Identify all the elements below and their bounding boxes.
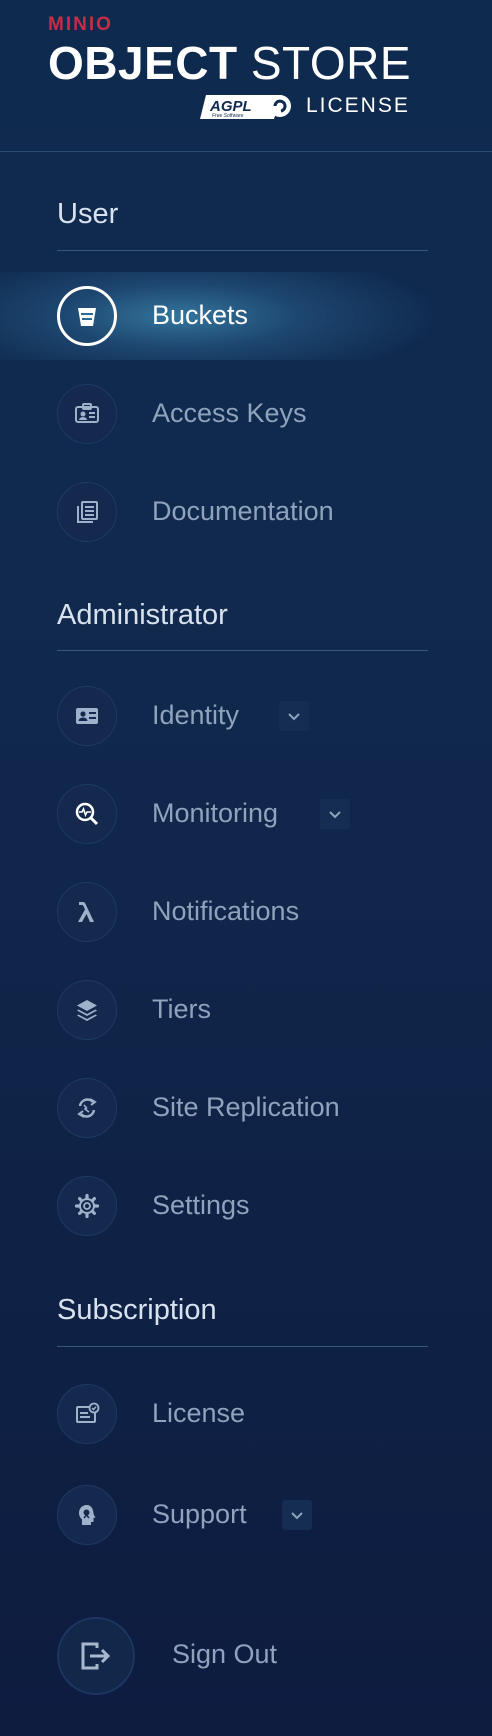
id-card-icon <box>57 384 117 444</box>
sidebar-item-label: Settings <box>152 1190 250 1220</box>
sidebar-item-site-replication[interactable]: Site Replication <box>0 1064 492 1152</box>
support-icon <box>57 1485 117 1545</box>
chevron-down-icon[interactable] <box>282 1500 312 1530</box>
sign-out-label: Sign Out <box>172 1639 278 1669</box>
chevron-down-icon[interactable] <box>320 799 350 829</box>
svg-text:Free Software: Free Software <box>212 113 244 119</box>
section-divider-administrator <box>57 650 428 651</box>
sidebar-item-label: Access Keys <box>152 398 307 428</box>
sidebar-item-monitoring[interactable]: Monitoring <box>0 770 492 858</box>
sidebar-item-identity[interactable]: Identity <box>0 672 492 760</box>
sidebar-item-label: Notifications <box>152 896 300 926</box>
logout-icon <box>57 1617 135 1695</box>
sidebar-item-label: Buckets <box>152 300 249 330</box>
sidebar-item-buckets[interactable]: Buckets <box>0 272 492 360</box>
sidebar: MINIO OBJECT STORE AGPL Free Software LI… <box>0 0 492 1736</box>
identity-card-icon <box>57 686 117 746</box>
sidebar-item-documentation[interactable]: Documentation <box>0 468 492 556</box>
sidebar-item-license[interactable]: License <box>0 1370 492 1458</box>
section-divider-user <box>57 250 428 251</box>
license-icon <box>57 1384 117 1444</box>
sidebar-item-notifications[interactable]: Notifications <box>0 868 492 956</box>
logo-product: OBJECT STORE <box>48 37 412 89</box>
sidebar-item-support[interactable]: Support <box>0 1471 492 1559</box>
sidebar-item-label: License <box>152 1398 246 1428</box>
layers-icon <box>57 980 117 1040</box>
logo-brand: MINIO <box>48 14 113 35</box>
header-divider <box>0 151 492 152</box>
sidebar-item-label: Documentation <box>152 496 334 526</box>
section-title-administrator: Administrator <box>57 599 228 631</box>
lambda-icon <box>57 882 117 942</box>
bucket-icon <box>57 286 117 346</box>
minio-logo[interactable]: MINIO OBJECT STORE AGPL Free Software LI… <box>48 14 418 124</box>
sidebar-item-label: Site Replication <box>152 1092 340 1122</box>
sidebar-item-settings[interactable]: Settings <box>0 1162 492 1250</box>
sidebar-item-access-keys[interactable]: Access Keys <box>0 370 492 458</box>
sync-icon <box>57 1078 117 1138</box>
logo-license-word: LICENSE <box>306 94 410 117</box>
sidebar-item-label: Monitoring <box>152 798 279 828</box>
sidebar-item-label: Tiers <box>152 994 211 1024</box>
section-title-subscription: Subscription <box>57 1294 217 1326</box>
section-divider-subscription <box>57 1346 428 1347</box>
sidebar-item-label: Identity <box>152 700 240 730</box>
monitoring-icon <box>57 784 117 844</box>
section-title-user: User <box>57 198 119 230</box>
agpl-logo-icon: AGPL Free Software <box>200 95 291 119</box>
sidebar-item-label: Support <box>152 1499 247 1529</box>
chevron-down-icon[interactable] <box>279 701 309 731</box>
sign-out-button[interactable]: Sign Out <box>0 1617 492 1697</box>
document-icon <box>57 482 117 542</box>
sidebar-item-tiers[interactable]: Tiers <box>0 966 492 1054</box>
gear-icon <box>57 1176 117 1236</box>
